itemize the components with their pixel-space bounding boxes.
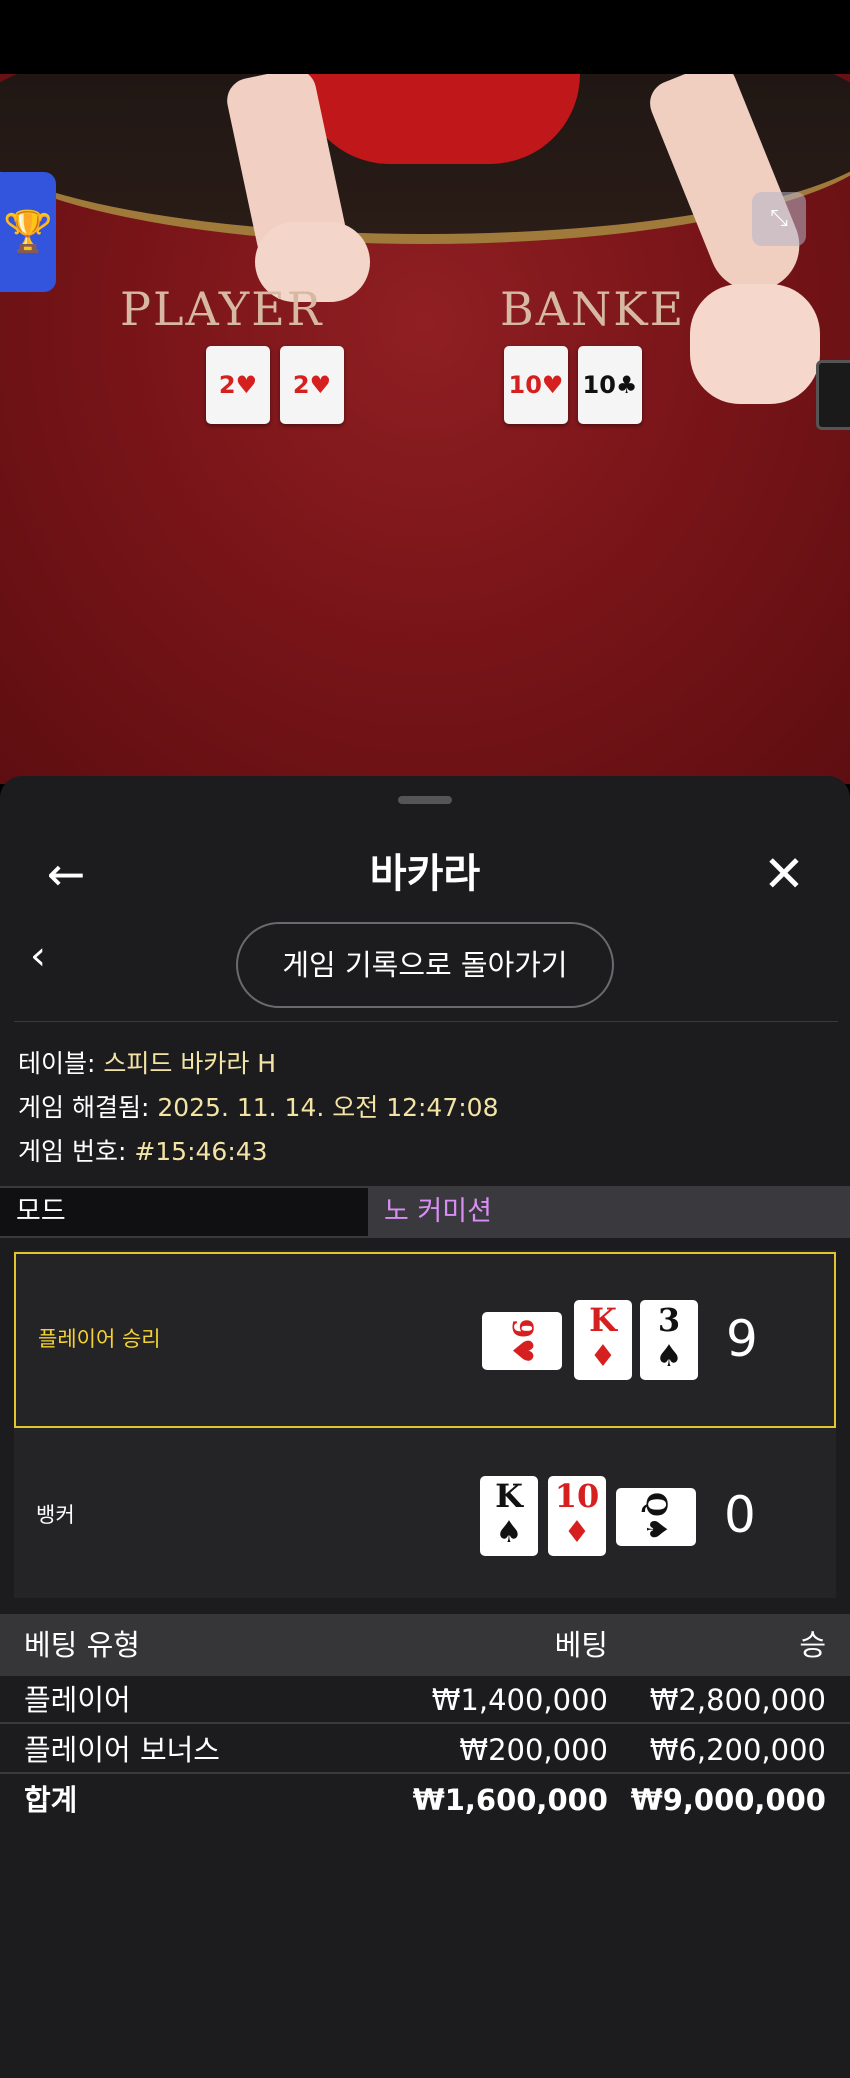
result-card-rank: 3 <box>657 1301 681 1339</box>
live-video: PLAYER BANKE 2♥ 2♥ 10♥ 10♣ ⤡ <box>0 74 850 784</box>
player-score: 9 <box>726 1310 758 1368</box>
table-card-banker-1: 10♥ <box>504 346 568 424</box>
banker-result: 뱅커 0 K ♠ 10 ♦ Q♠ <box>14 1430 836 1606</box>
info-table: 테이블: 스피드 바카라 H <box>18 1044 276 1080</box>
page-title: 바카라 <box>369 851 481 897</box>
table-card-player-1: 2♥ <box>206 346 270 424</box>
result-card-suit: ♠ <box>655 1339 683 1374</box>
result-card: K ♠ <box>480 1476 538 1556</box>
status-bar <box>0 0 850 74</box>
table-card-banker-2: 10♣ <box>578 346 642 424</box>
info-resolved: 게임 해결됨: 2025. 11. 14. 오전 12:47:08 <box>18 1088 498 1124</box>
player-result: 플레이어 승리 9 9♥ K ♦ 3 ♠ <box>14 1252 836 1428</box>
mode-row: 모드 노 커미션 <box>0 1186 850 1238</box>
card-shoe <box>816 360 850 430</box>
total-bet: ₩1,600,000 <box>412 1783 608 1817</box>
info-game-number: 게임 번호: #15:46:43 <box>18 1132 268 1168</box>
bet-amount: ₩200,000 <box>459 1733 608 1767</box>
info-game-number-label: 게임 번호: <box>18 1137 135 1166</box>
result-card-rank: K <box>589 1301 617 1339</box>
info-table-label: 테이블: <box>18 1049 104 1078</box>
result-card-rank: K <box>495 1477 523 1515</box>
result-card: K ♦ <box>574 1300 632 1380</box>
player-result-label: 플레이어 승리 <box>38 1327 161 1351</box>
total-row: 합계 ₩1,600,000 ₩9,000,000 <box>0 1776 850 1824</box>
compress-icon[interactable]: ⤡ <box>752 192 806 246</box>
table-row: 플레이어 ₩1,400,000 ₩2,800,000 <box>0 1676 850 1724</box>
back-to-history-button[interactable]: 게임 기록으로 돌아가기 <box>236 922 614 1008</box>
bet-type: 플레이어 보너스 <box>24 1733 220 1767</box>
felt-banker-label: BANKE <box>500 282 686 336</box>
result-card: 3 ♠ <box>640 1300 698 1380</box>
info-resolved-label: 게임 해결됨: <box>18 1093 158 1122</box>
result-card-suit: ♦ <box>589 1339 617 1374</box>
close-icon[interactable]: ✕ <box>754 844 814 904</box>
table-card-player-2: 2♥ <box>280 346 344 424</box>
header-bet: 베팅 <box>554 1628 608 1662</box>
drag-handle[interactable] <box>398 796 452 804</box>
divider <box>14 1021 838 1022</box>
trophy-icon[interactable]: 🏆 <box>0 172 56 292</box>
header-bet-type: 베팅 유형 <box>24 1628 140 1662</box>
result-card-face: 9♥ <box>506 1318 539 1364</box>
win-amount: ₩6,200,000 <box>649 1733 826 1767</box>
total-label: 합계 <box>24 1783 78 1817</box>
bet-amount: ₩1,400,000 <box>431 1683 608 1717</box>
mode-label: 모드 <box>0 1188 368 1236</box>
panel-header: ← 바카라 ✕ <box>0 824 850 924</box>
result-card: Q♠ <box>616 1488 696 1546</box>
banker-result-label: 뱅커 <box>36 1503 75 1527</box>
result-card: 9♥ <box>482 1312 562 1370</box>
bets-table-header: 베팅 유형 베팅 승 <box>0 1614 850 1676</box>
banker-score: 0 <box>724 1486 756 1544</box>
info-table-value: 스피드 바카라 H <box>103 1049 277 1078</box>
info-game-number-value: #15:46:43 <box>134 1137 268 1166</box>
mode-value: 노 커미션 <box>368 1188 850 1236</box>
total-win: ₩9,000,000 <box>630 1783 826 1817</box>
game-history-panel: ← 바카라 ✕ ‹ 게임 기록으로 돌아가기 테이블: 스피드 바카라 H 게임… <box>0 776 850 2078</box>
result-card-rank: 10 <box>554 1477 600 1515</box>
result-card: 10 ♦ <box>548 1476 606 1556</box>
header-win: 승 <box>799 1628 826 1662</box>
dealer-right-hand <box>690 284 820 404</box>
result-card-face: Q♠ <box>640 1492 673 1542</box>
results-box: 플레이어 승리 9 9♥ K ♦ 3 ♠ 뱅커 0 K ♠ 10 ♦ Q♠ <box>14 1250 836 1598</box>
win-amount: ₩2,800,000 <box>649 1683 826 1717</box>
result-card-suit: ♠ <box>495 1515 523 1550</box>
felt-player-label: PLAYER <box>120 282 324 336</box>
result-card-suit: ♦ <box>563 1515 591 1550</box>
info-resolved-value: 2025. 11. 14. 오전 12:47:08 <box>157 1093 499 1122</box>
table-row: 플레이어 보너스 ₩200,000 ₩6,200,000 <box>0 1726 850 1774</box>
bet-type: 플레이어 <box>24 1683 131 1717</box>
chevron-left-icon[interactable]: ‹ <box>30 926 70 986</box>
